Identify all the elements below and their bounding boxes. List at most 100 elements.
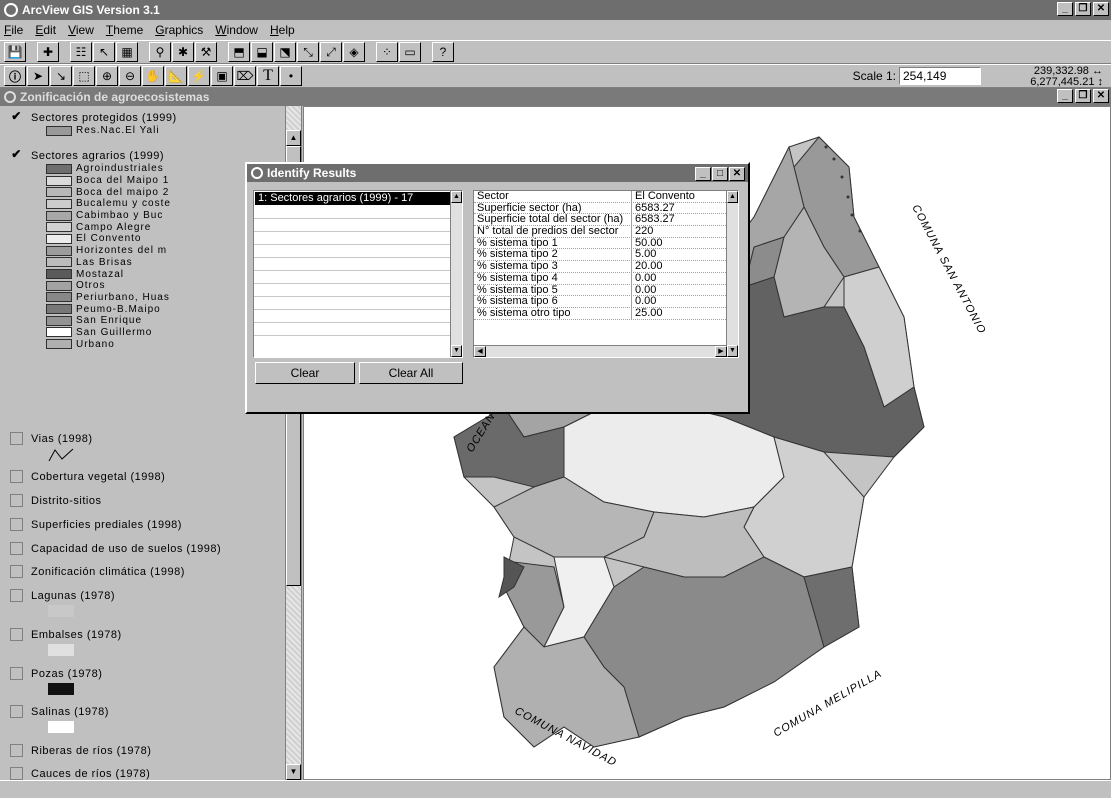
visibility-checkbox[interactable]: [10, 628, 23, 641]
query-builder-button[interactable]: ⚒: [195, 42, 217, 62]
save-project-button[interactable]: 💾: [4, 42, 26, 62]
scroll-up-arrow-icon[interactable]: ▲: [286, 130, 301, 146]
zoom-selected-button[interactable]: ◈: [343, 42, 365, 62]
visibility-checkbox[interactable]: [10, 744, 23, 757]
theme-sectores-agrarios[interactable]: ✔ Sectores agrarios (1999) Agroindustria…: [4, 148, 284, 350]
class-label: Res.Nac.El Yali: [76, 125, 160, 137]
scroll-up-arrow-icon[interactable]: ▲: [451, 191, 462, 203]
menu-view[interactable]: View: [68, 23, 94, 37]
theme-name: Salinas (1978): [31, 705, 109, 718]
scroll-down-arrow-icon[interactable]: ▼: [286, 764, 301, 780]
menu-file[interactable]: File: [4, 23, 23, 37]
attribute-table[interactable]: Sector El Convento Superficie sector (ha) 6…: [473, 190, 739, 358]
clear-all-button[interactable]: Clear All: [359, 362, 463, 384]
theme-entry[interactable]: Distrito-sitios: [4, 493, 284, 508]
visibility-checkbox[interactable]: [10, 565, 23, 578]
visible-checkmark-icon[interactable]: ✔: [10, 110, 23, 124]
theme-entry[interactable]: Zonificación climática (1998): [4, 564, 284, 579]
select-feature-tool-icon[interactable]: ⬚: [73, 66, 95, 86]
menu-graphics[interactable]: Graphics: [155, 23, 203, 37]
visibility-checkbox[interactable]: [10, 494, 23, 507]
theme-sectores-protegidos[interactable]: ✔ Sectores protegidos (1999) Res.Nac.El …: [4, 110, 284, 137]
close-button[interactable]: ✕: [1093, 2, 1109, 16]
pan-tool-icon[interactable]: ✋: [142, 66, 164, 86]
dialog-titlebar: Identify Results: [247, 164, 748, 182]
visibility-checkbox[interactable]: [10, 667, 23, 680]
zoom-in-tool-icon[interactable]: ⊕: [96, 66, 118, 86]
theme-entry[interactable]: Capacidad de uso de suelos (1998): [4, 541, 284, 556]
attribute-table-hscrollbar[interactable]: ◀ ▶: [474, 345, 727, 357]
visibility-checkbox[interactable]: [10, 589, 23, 602]
overview-button[interactable]: ▭: [399, 42, 421, 62]
legend-class: Agroindustriales: [4, 163, 284, 175]
attribute-row: % sistema tipo 4 0.00: [474, 272, 738, 285]
visibility-checkbox[interactable]: [10, 767, 23, 780]
scroll-down-arrow-icon[interactable]: ▼: [727, 345, 738, 357]
scroll-down-arrow-icon[interactable]: ▼: [451, 345, 462, 357]
theme-entry[interactable]: Cobertura vegetal (1998): [4, 469, 284, 484]
clear-button[interactable]: Clear: [255, 362, 355, 384]
class-label: Las Brisas: [76, 256, 133, 268]
visibility-checkbox[interactable]: [10, 432, 23, 445]
scroll-left-arrow-icon[interactable]: ◀: [474, 346, 486, 357]
dialog-minimize-button[interactable]: _: [695, 167, 711, 181]
add-theme-button[interactable]: ✚: [37, 42, 59, 62]
legend-class: Bucalemu y coste: [4, 198, 284, 210]
draw-point-tool-icon[interactable]: •: [280, 66, 302, 86]
dialog-close-button[interactable]: ✕: [729, 167, 745, 181]
theme-entry[interactable]: Lagunas (1978): [4, 588, 284, 617]
results-list[interactable]: 1: Sectores agrarios (1999) - 17 ▲ ▼: [253, 190, 463, 358]
menu-window[interactable]: Window: [215, 23, 258, 37]
view-minimize-button[interactable]: _: [1057, 89, 1073, 103]
text-tool-icon[interactable]: T: [257, 66, 279, 86]
pointer-tool-icon[interactable]: ➤: [27, 66, 49, 86]
edit-legend-button[interactable]: ↖: [93, 42, 115, 62]
scale-input[interactable]: 254,149: [899, 67, 981, 85]
hotlink-button[interactable]: ⁘: [376, 42, 398, 62]
theme-entry[interactable]: Pozas (1978): [4, 666, 284, 695]
theme-entry[interactable]: Vias (1998): [4, 431, 284, 465]
result-item[interactable]: 1: Sectores agrarios (1999) - 17: [255, 192, 461, 205]
open-table-button[interactable]: ▦: [116, 42, 138, 62]
vertex-edit-tool-icon[interactable]: ↘: [50, 66, 72, 86]
menu-theme[interactable]: Theme: [106, 23, 143, 37]
area-of-interest-tool-icon[interactable]: ▣: [211, 66, 233, 86]
theme-entry[interactable]: Riberas de ríos (1978): [4, 743, 284, 758]
zoom-out-tool-icon[interactable]: ⊖: [119, 66, 141, 86]
visible-checkmark-icon[interactable]: ✔: [10, 148, 23, 162]
select-all-button[interactable]: ⬓: [251, 42, 273, 62]
scroll-right-arrow-icon[interactable]: ▶: [715, 346, 727, 357]
find-button[interactable]: ⚲: [149, 42, 171, 62]
agrarian-class-list: Agroindustriales Boca del Maipo 1 Boca del…: [4, 163, 284, 350]
label-tool-icon[interactable]: ⌦: [234, 66, 256, 86]
help-button[interactable]: ?: [432, 42, 454, 62]
dialog-maximize-button[interactable]: □: [712, 167, 728, 181]
visibility-checkbox[interactable]: [10, 542, 23, 555]
theme-properties-button[interactable]: ☷: [70, 42, 92, 62]
identify-tool-icon[interactable]: ⓘ: [4, 66, 26, 86]
locate-address-button[interactable]: ✱: [172, 42, 194, 62]
menu-edit[interactable]: Edit: [35, 23, 56, 37]
zoom-active-button[interactable]: ⤢: [320, 42, 342, 62]
theme-entry[interactable]: Cauces de ríos (1978): [4, 766, 284, 780]
zoom-extent-button[interactable]: ⤡: [297, 42, 319, 62]
scroll-up-arrow-icon[interactable]: ▲: [727, 191, 738, 203]
minimize-button[interactable]: _: [1057, 2, 1073, 16]
attribute-table-scrollbar[interactable]: ▲ ▼: [726, 191, 738, 357]
theme-entry[interactable]: Superficies prediales (1998): [4, 517, 284, 532]
results-list-scrollbar[interactable]: ▲ ▼: [450, 191, 462, 357]
select-by-theme-button[interactable]: ⬒: [228, 42, 250, 62]
measure-tool-icon[interactable]: 📐: [165, 66, 187, 86]
theme-entry[interactable]: Salinas (1978): [4, 704, 284, 733]
visibility-checkbox[interactable]: [10, 470, 23, 483]
visibility-checkbox[interactable]: [10, 518, 23, 531]
view-restore-button[interactable]: ❐: [1075, 89, 1091, 103]
menu-help[interactable]: Help: [270, 23, 295, 37]
view-close-button[interactable]: ✕: [1093, 89, 1109, 103]
theme-entry[interactable]: Embalses (1978): [4, 627, 284, 656]
restore-button[interactable]: ❐: [1075, 2, 1091, 16]
tool-bar: ⓘ ➤ ↘ ⬚ ⊕ ⊖ ✋ 📐 ⚡ ▣ ⌦ T • Scale 1: 254,1…: [0, 64, 1111, 88]
visibility-checkbox[interactable]: [10, 705, 23, 718]
clear-selection-button[interactable]: ⬔: [274, 42, 296, 62]
hotlink-tool-icon[interactable]: ⚡: [188, 66, 210, 86]
